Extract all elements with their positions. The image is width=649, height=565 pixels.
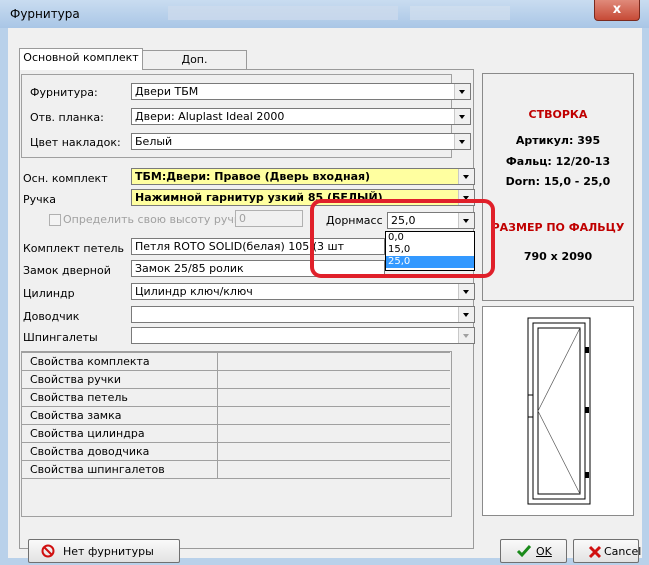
hinge-top	[585, 347, 589, 353]
property-row[interactable]: Свойства ручки	[21, 371, 450, 389]
property-label: Свойства замка	[21, 407, 218, 424]
chevron-down-icon[interactable]	[454, 134, 470, 149]
property-row[interactable]: Свойства комплекта	[21, 353, 450, 371]
property-label: Свойства доводчика	[21, 443, 218, 460]
property-row[interactable]: Свойства доводчика	[21, 443, 450, 461]
door-frame	[527, 317, 591, 505]
tab-main-set[interactable]: Основной комплект	[19, 48, 143, 70]
window-title: Фурнитура	[10, 7, 80, 21]
chevron-down-icon[interactable]	[458, 284, 474, 299]
title-bar[interactable]: Фурнитура x	[0, 0, 649, 28]
door-glass	[537, 327, 581, 495]
handle-height-value: 0	[239, 212, 246, 225]
door-drawing	[527, 317, 591, 505]
cancel-button[interactable]: Cancel	[573, 539, 642, 563]
chevron-down-icon[interactable]	[458, 307, 474, 322]
property-label: Свойства комплекта	[21, 353, 218, 370]
chevron-down-icon[interactable]	[458, 169, 474, 184]
ok-label: OK	[536, 545, 552, 558]
rebate-size-value: 790 x 2090	[523, 250, 593, 263]
petli-label: Комплект петель	[23, 242, 125, 255]
prohibited-icon	[41, 544, 55, 558]
door-handle	[527, 394, 534, 418]
no-hardware-label: Нет фурнитуры	[63, 545, 154, 558]
cvet-label: Цвет накладок:	[30, 136, 121, 149]
cvet-value: Белый	[135, 135, 173, 148]
otv-planka-select[interactable]: Двери: Aluplast Ideal 2000	[131, 108, 471, 125]
close-button[interactable]: x	[594, 0, 640, 21]
chevron-down-icon	[458, 328, 474, 343]
zamok-label: Замок дверной	[23, 264, 111, 277]
otv-planka-value: Двери: Aluplast Ideal 2000	[135, 110, 285, 123]
property-label: Свойства ручки	[21, 371, 218, 388]
rebate-size-heading: РАЗМЕР ПО ФАЛЬЦУ	[491, 221, 625, 234]
cancel-label: Cancel	[604, 545, 642, 558]
cilindr-select[interactable]: Цилиндр ключ/ключ	[131, 283, 475, 300]
furnitura-select[interactable]: Двери ТБМ	[131, 83, 471, 100]
no-hardware-button[interactable]: Нет фурнитуры	[28, 539, 180, 563]
tab-extra-set[interactable]: Доп. комплектация	[142, 50, 247, 84]
blurred-text-2	[410, 6, 510, 20]
furnitura-value: Двери ТБМ	[135, 85, 199, 98]
sash-heading: СТВОРКА	[528, 108, 588, 121]
property-label: Свойства цилиндра	[21, 425, 218, 442]
property-row[interactable]: Свойства шпингалетов	[21, 461, 450, 479]
checkmark-icon	[516, 545, 532, 558]
dorn-text: Dorn: 15,0 - 25,0	[505, 175, 611, 188]
property-label: Свойства петель	[21, 389, 218, 406]
highlight-annotation	[310, 199, 495, 278]
chevron-down-icon[interactable]	[454, 84, 470, 99]
cvet-select[interactable]: Белый	[131, 133, 471, 150]
ruchka-label: Ручка	[23, 193, 57, 206]
osn-komplekt-select[interactable]: ТБМ:Двери: Правое (Дверь входная)	[131, 168, 475, 185]
property-row[interactable]: Свойства цилиндра	[21, 425, 450, 443]
own-height-checkbox[interactable]	[49, 214, 61, 226]
zamok-value: Замок 25/85 ролик	[135, 262, 244, 275]
cilindr-value: Цилиндр ключ/ключ	[135, 285, 253, 298]
otv-planka-label: Отв. планка:	[30, 111, 104, 124]
properties-grid: Свойства комплекта Свойства ручки Свойст…	[21, 352, 450, 479]
chevron-down-icon[interactable]	[454, 109, 470, 124]
cilindr-label: Цилиндр	[23, 287, 75, 300]
info-panel: СТВОРКА Артикул: 395 Фальц: 12/20-13 Dor…	[482, 73, 634, 301]
hinge-bottom	[585, 472, 589, 478]
osn-komplekt-label: Осн. комплект	[23, 172, 108, 185]
ok-button[interactable]: OK	[500, 539, 567, 563]
property-label: Свойства шпингалетов	[21, 461, 218, 478]
door-sash	[532, 322, 586, 500]
hinge-middle	[585, 407, 589, 413]
cross-icon	[588, 545, 602, 559]
osn-komplekt-value: ТБМ:Двери: Правое (Дверь входная)	[135, 170, 371, 183]
own-height-label: Определить свою высоту ручки	[63, 213, 248, 226]
article-text: Артикул: 395	[515, 134, 601, 147]
handle-height-input[interactable]: 0	[235, 210, 303, 227]
shpingalety-select[interactable]	[131, 327, 475, 344]
rebate-text: Фальц: 12/20-13	[505, 155, 611, 168]
shpingalety-label: Шпингалеты	[23, 331, 98, 344]
window: Фурнитура x Основной комплект Доп. компл…	[0, 0, 649, 565]
dovodchik-label: Доводчик	[23, 310, 80, 323]
door-preview-panel	[482, 306, 634, 516]
property-row[interactable]: Свойства замка	[21, 407, 450, 425]
dovodchik-select[interactable]	[131, 306, 475, 323]
property-row[interactable]: Свойства петель	[21, 389, 450, 407]
blurred-text	[168, 6, 398, 20]
furnitura-label: Фурнитура:	[30, 86, 98, 99]
